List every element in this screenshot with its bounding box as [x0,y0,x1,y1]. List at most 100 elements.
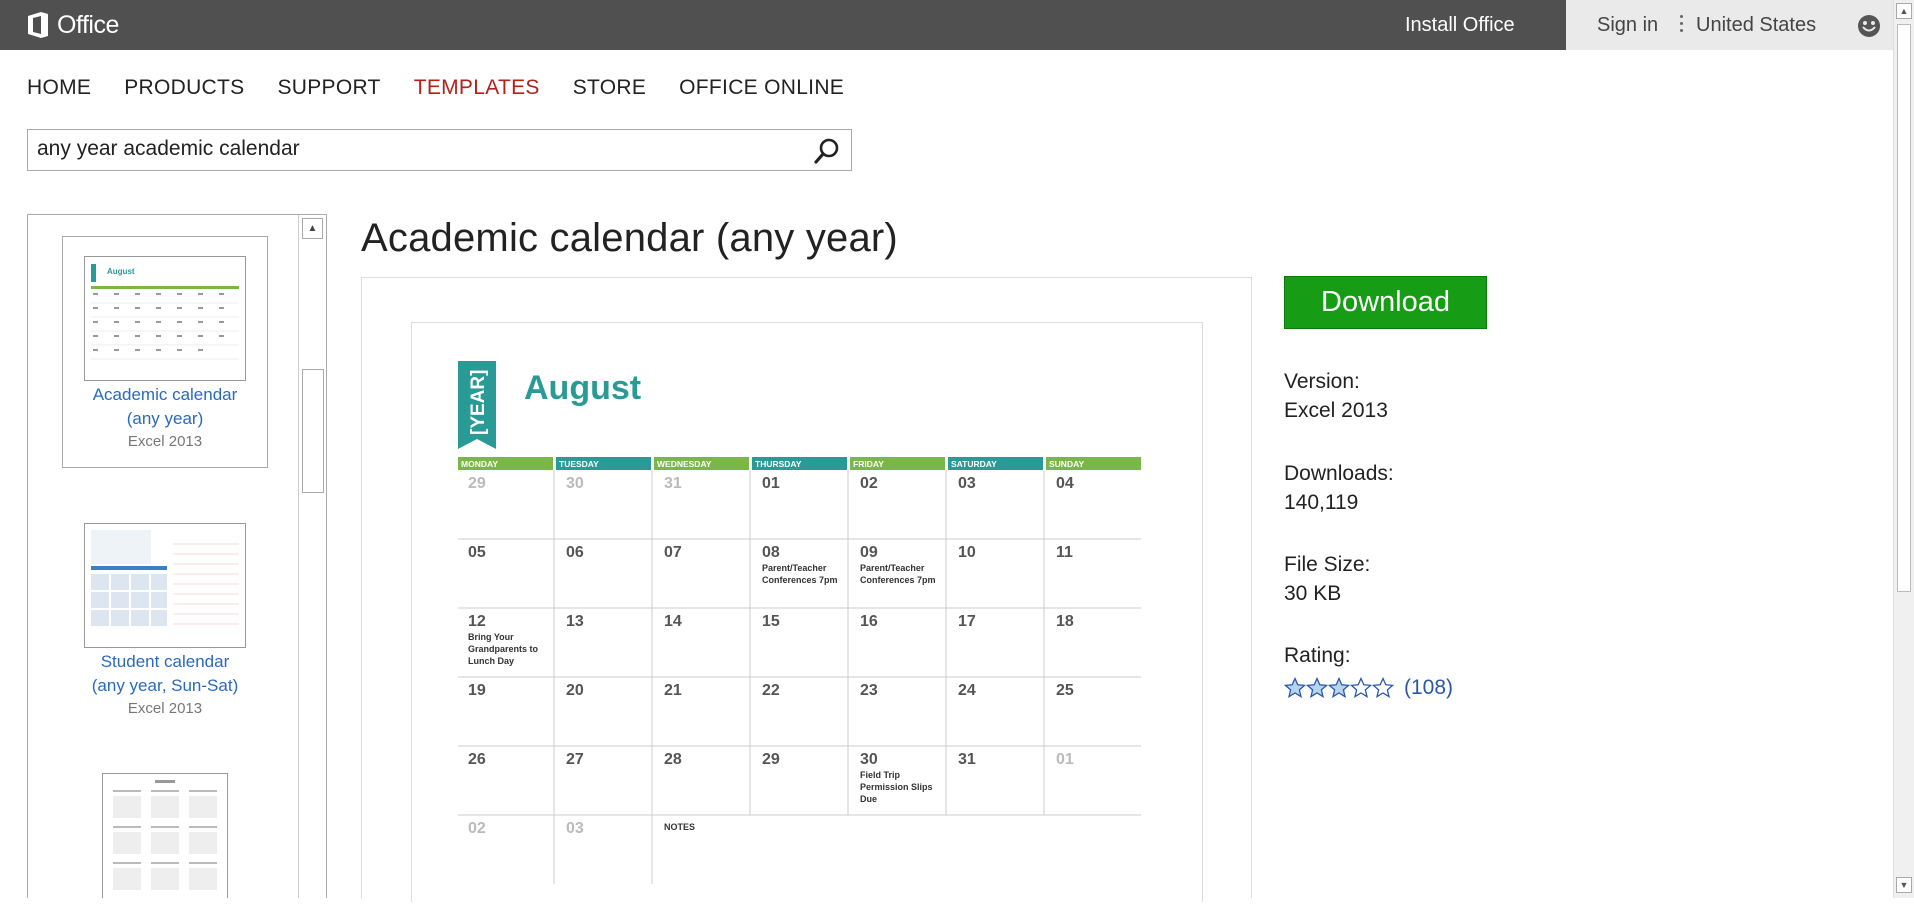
calendar-day-number: 15 [762,613,780,630]
calendar-day-number: 23 [860,682,878,699]
svg-text:August: August [107,267,135,276]
top-bar: Office Install Office Sign in United Sta… [0,0,1893,50]
calendar-day-number: 26 [468,751,486,768]
calendar-day-number: 06 [566,544,584,561]
calendar-day-number: 27 [566,751,584,768]
star-filled-icon[interactable] [1306,676,1328,699]
calendar-event-note: Bring Your Grandparents to Lunch Day [468,632,539,666]
page-scrollbar[interactable]: ▲ ▼ [1893,0,1914,898]
calendar-day-number: 31 [664,475,682,492]
main-nav: HOME PRODUCTS SUPPORT TEMPLATES STORE OFFICE … [27,76,877,100]
rating-stars[interactable]: (108) [1284,673,1453,702]
notes-label: NOTES [664,822,695,832]
filesize-value: 30 KB [1284,582,1342,605]
downloads-value: 140,119 [1284,491,1359,514]
rating-count-link[interactable]: (108) [1404,673,1453,702]
calendar-day-number: 10 [958,544,976,561]
country-selector[interactable]: United States [1696,0,1816,50]
rating-info: Rating: (108) [1284,641,1453,702]
result-item-yearly-calendar[interactable] [62,773,268,898]
calendar-day-number: 03 [958,475,976,492]
search-input[interactable] [28,130,788,168]
calendar-day-number: 22 [762,682,780,699]
calendar-day-number: 16 [860,613,878,630]
calendar-day-number: 09 [860,544,878,561]
nav-home[interactable]: HOME [27,76,91,100]
calendar-event-note: Parent/Teacher Conferences 7pm [860,563,936,585]
calendar-day-number: 01 [762,475,780,492]
scroll-down-icon[interactable]: ▼ [1896,877,1912,893]
nav-templates[interactable]: TEMPLATES [414,76,540,100]
calendar-day-number: 02 [860,475,878,492]
calendar-day-number: 02 [468,820,486,837]
calendar-thumbnail-icon [91,530,239,626]
version-label: Version: [1284,370,1360,393]
calendar-day-number: 04 [1056,475,1074,492]
result-title[interactable]: Student calendar [62,650,268,674]
star-empty-icon[interactable] [1372,676,1394,699]
calendar-day-number: 03 [566,820,584,837]
search-box [27,129,852,171]
result-item-academic-calendar[interactable]: August Academic calendar (any year) Exce… [62,236,268,453]
calendar-thumbnail-icon [113,780,217,890]
nav-office-online[interactable]: OFFICE ONLINE [679,76,844,100]
day-header-label: MONDAY [461,459,498,469]
month-title: August [524,369,641,407]
calendar-day-number: 24 [958,682,976,699]
page-title: Academic calendar (any year) [361,216,898,260]
result-title-line2[interactable]: (any year) [62,407,268,431]
smiley-icon[interactable] [1856,13,1882,39]
search-icon[interactable] [813,137,841,165]
result-app: Excel 2013 [127,433,203,450]
version-value: Excel 2013 [1284,399,1388,422]
result-thumbnail[interactable] [102,773,228,898]
downloads-info: Downloads: 140,119 [1284,459,1394,517]
filesize-info: File Size: 30 KB [1284,550,1370,608]
result-thumbnail[interactable]: August [84,256,246,381]
calendar-day-number: 08 [762,544,780,561]
calendar-day-number: 29 [468,475,486,492]
install-office-link[interactable]: Install Office [1405,0,1515,50]
nav-products[interactable]: PRODUCTS [124,76,244,100]
result-title-line2[interactable]: (any year, Sun-Sat) [62,674,268,698]
calendar-day-number: 30 [860,751,878,768]
star-filled-icon[interactable] [1284,676,1306,699]
results-scrollbar-thumb[interactable] [302,369,324,493]
scrollbar-thumb[interactable] [1897,24,1911,592]
calendar-event-note: Parent/Teacher Conferences 7pm [762,563,838,585]
results-scroll-up-icon[interactable]: ▲ [302,218,323,239]
star-group[interactable] [1284,676,1394,699]
calendar-day-number: 29 [762,751,780,768]
sign-in-link[interactable]: Sign in [1597,0,1658,50]
calendar-day-number: 14 [664,613,682,630]
calendar-day-number: 21 [664,682,682,699]
download-button[interactable]: Download [1284,276,1487,329]
calendar-day-number: 17 [958,613,976,630]
nav-store[interactable]: STORE [573,76,646,100]
result-thumbnail[interactable] [84,523,246,648]
calendar-day-number: 07 [664,544,682,561]
office-logo-icon [28,12,48,38]
result-item-student-calendar[interactable]: Student calendar (any year, Sun-Sat) Exc… [62,523,268,720]
day-header-label: TUESDAY [559,459,599,469]
calendar-day-number: 13 [566,613,584,630]
result-title[interactable]: Academic calendar [62,383,268,407]
result-app: Excel 2013 [127,700,203,717]
downloads-label: Downloads: [1284,462,1394,485]
preview-page: [YEAR] August MONDAY TUESDAY WEDNESDAY THURSD… [411,322,1203,902]
star-filled-icon[interactable] [1328,676,1350,699]
filesize-label: File Size: [1284,553,1371,576]
calendar-day-number: 12 [468,613,486,630]
star-empty-icon[interactable] [1350,676,1372,699]
calendar-day-number: 31 [958,751,976,768]
separator-dots-icon [1680,15,1684,35]
nav-support[interactable]: SUPPORT [277,76,380,100]
office-logo[interactable]: Office [26,11,119,39]
calendar-preview: [YEAR] August MONDAY TUESDAY WEDNESDAY THURSD… [458,361,1141,884]
results-scrollbar[interactable]: ▲ [298,215,326,898]
calendar-day-number: 20 [566,682,584,699]
calendar-day-number: 05 [468,544,486,561]
scroll-up-icon[interactable]: ▲ [1896,3,1912,19]
calendar-thumbnail-icon: August [91,264,239,360]
calendar-day-number: 19 [468,682,486,699]
